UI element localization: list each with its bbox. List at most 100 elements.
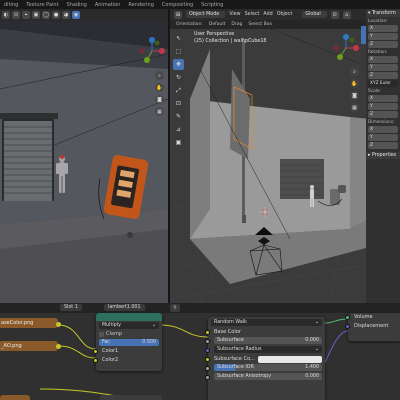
color2-socket[interactable] [93,358,98,363]
ortho-toggle-icon[interactable]: ▦ [350,103,359,112]
subsurface-anisotropy-socket[interactable] [205,375,210,380]
subsurface-color-socket[interactable] [205,357,210,362]
rotation-y-field[interactable]: Y [368,64,398,71]
dimensions-z-field[interactable]: Z [368,142,398,149]
subsurface-anisotropy-row: Subsurface Anisotropy 0.000 [205,373,325,382]
select-box-tool-icon[interactable]: ⬚ [173,46,184,57]
rotation-x-field[interactable]: X [368,56,398,63]
material-output-node[interactable]: Volume Displacement [345,313,400,341]
subsurface-radius-socket[interactable] [205,348,210,353]
rotate-tool-icon[interactable]: ↻ [173,72,184,83]
subsurface-socket[interactable] [205,339,210,344]
volume-socket[interactable] [345,315,350,320]
location-y-field[interactable]: Y [368,33,398,40]
workspace-tab[interactable]: Animation [91,2,125,8]
workspace-tab[interactable]: Rendering [124,2,158,8]
material-shading-icon[interactable]: ◕ [62,11,70,19]
subsurface-anisotropy-label: Subsurface Anisotropy [217,374,272,379]
dimensions-y-field[interactable]: Y [368,134,398,141]
basecolor-texture-name: aseColor.png [1,320,34,326]
overlay-icon[interactable]: ⊙ [12,11,20,19]
object-menu[interactable]: Object [277,12,293,17]
subsurface-radius-select[interactable]: Subsurface Radius ⌄ [214,346,322,353]
scale-x-field[interactable]: X [368,95,398,102]
partial-node[interactable] [100,395,162,400]
transform-orientation-value: Global [305,12,321,17]
basecolor-output-socket[interactable] [56,322,61,327]
fac-field[interactable]: Fac 0.500 [99,339,159,346]
select-menu[interactable]: Select [245,12,260,17]
drag-value[interactable]: Select Box [248,22,272,27]
pan-view-icon[interactable]: ✋ [350,79,359,88]
displacement-socket[interactable] [345,324,350,329]
rendered-shading-icon[interactable]: ◉ [72,11,80,19]
clamp-checkbox[interactable] [99,331,104,337]
camera-toggle-icon[interactable]: ◙ [350,91,359,100]
editor-type-icon[interactable]: ⊞ [174,10,182,19]
image-texture-basecolor-node[interactable]: aseColor.png [0,318,58,328]
subsurface-anisotropy-field[interactable]: Subsurface Anisotropy 0.000 [214,373,322,380]
wireframe-shading-icon[interactable]: ◯ [42,11,50,19]
properties-panel-header[interactable]: ▸ Properties [366,152,400,159]
zoom-icon[interactable]: ⌕ [155,71,164,80]
left-viewport-rendered[interactable]: ◐ ⊙ ⌖ ▣ ◯ ● ◕ ◉ ⌕ ✋ ◙ ▦ [0,9,168,303]
navigation-gizmo-left[interactable] [138,37,166,65]
mix-rgb-node[interactable]: Multiply ⌄ Clamp Fac 0.500 Color1 Color2 [93,313,162,371]
cursor-tool-icon[interactable]: ↖ [173,33,184,44]
move-tool-icon[interactable]: ✥ [173,59,184,70]
subsurface-method-select[interactable]: Random Walk ⌄ [211,319,322,326]
solid-shading-icon[interactable]: ● [52,11,60,19]
location-label: Location: [368,19,388,24]
shader-node-editor[interactable]: Slot 1 lambert1.001 ⚲ aseColor.png _AO.p… [0,303,400,400]
base-color-input-row: Base Color [205,328,325,337]
xray-icon[interactable]: ▣ [32,11,40,19]
subsurface-ior-field[interactable]: Subsurface IOR 1.400 [214,364,322,371]
scale-tool-icon[interactable]: ⤢ [173,85,184,96]
workspace-tab[interactable]: Compositing [158,2,197,8]
blend-mode-select[interactable]: Multiply ⌄ [99,322,159,329]
workspace-tab[interactable]: Texture Paint [22,2,62,8]
ao-output-socket[interactable] [56,344,61,349]
gizmo-toggle-icon[interactable]: ⌖ [22,11,30,19]
object-mode-select[interactable]: Object Mode [186,11,226,18]
material-select[interactable]: lambert1.001 [104,304,145,311]
measure-tool-icon[interactable]: ⊿ [173,124,184,135]
scale-y-field[interactable]: Y [368,103,398,110]
workspace-tab[interactable]: Shading [63,2,91,8]
annotate-tool-icon[interactable]: ✎ [173,111,184,122]
workspace-tab[interactable]: Scripting [197,2,227,8]
subsurface-anisotropy-value: 0.000 [305,374,319,379]
location-x-field[interactable]: X [368,25,398,32]
transform-panel-header[interactable]: ▾ Transform [366,10,400,17]
perspective-grid-icon[interactable]: ▦ [155,107,164,116]
partial-image-node[interactable] [0,395,30,400]
scale-z-field[interactable]: Z [368,111,398,118]
subsurface-ior-socket[interactable] [205,366,210,371]
pan-hand-icon[interactable]: ✋ [155,83,164,92]
view-menu[interactable]: View [229,12,240,17]
camera-view-icon[interactable]: ◙ [155,95,164,104]
pin-icon[interactable]: ⚲ [170,304,180,312]
location-z-field[interactable]: Z [368,41,398,48]
subsurface-color-swatch[interactable] [257,356,322,363]
add-menu[interactable]: Add [263,12,272,17]
subsurface-field[interactable]: Subsurface 0.000 [214,337,322,344]
orientation-value[interactable]: Default [209,22,225,27]
add-cube-tool-icon[interactable]: ▣ [173,137,184,148]
rotation-mode-select[interactable]: XYZ Euler [368,80,398,87]
object-types-icon[interactable]: ◐ [2,11,10,19]
zoom-view-icon[interactable]: ⌕ [350,67,359,76]
pivot-icon[interactable]: ⊙ [330,10,339,19]
navigation-gizmo-right[interactable] [332,34,360,62]
dimensions-x-field[interactable]: X [368,126,398,133]
base-color-socket[interactable] [205,330,210,335]
principled-bsdf-node[interactable]: Random Walk ⌄ Base Color Subsurface 0.000 … [205,317,325,400]
transform-orientation-select[interactable]: Global [302,11,327,18]
workspace-tab[interactable]: diting [0,2,22,8]
slot-select[interactable]: Slot 1 [60,304,82,311]
rotation-z-field[interactable]: Z [368,72,398,79]
color1-socket[interactable] [93,349,98,354]
image-texture-ao-node[interactable]: _AO.png [0,341,58,351]
transform-tool-icon[interactable]: ⊡ [173,98,184,109]
snap-icon[interactable]: ⌂ [342,10,351,19]
